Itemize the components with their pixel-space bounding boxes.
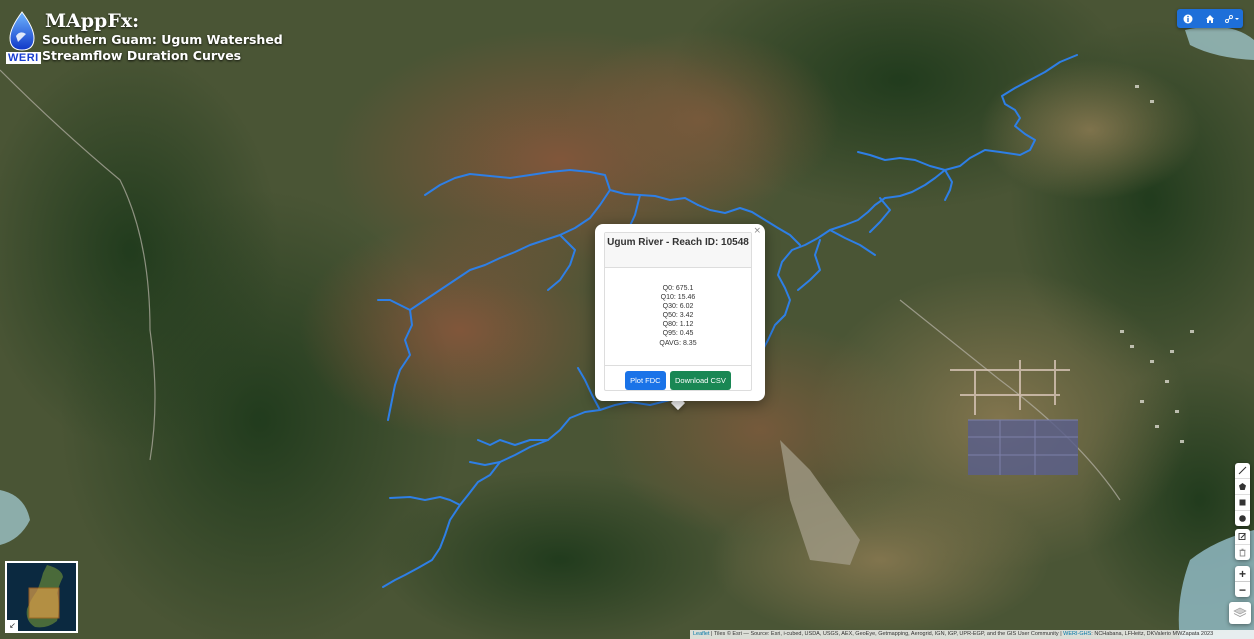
- popup-card: Ugum River - Reach ID: 10548 Q0: 675.1 Q…: [604, 232, 752, 391]
- draw-toolbar: [1235, 463, 1250, 526]
- edit-icon: [1238, 533, 1246, 540]
- info-icon: [1183, 14, 1193, 23]
- app-header: WERI MAppFx: Southern Guam: Ugum Watersh…: [4, 10, 283, 64]
- popup-stats: Q0: 675.1 Q10: 15.46 Q30: 6.02 Q50: 3.42…: [605, 268, 751, 366]
- popup-close-button[interactable]: ×: [753, 226, 761, 236]
- water-drop-icon: [9, 11, 35, 51]
- minimap[interactable]: ↙: [5, 561, 78, 633]
- plot-fdc-button[interactable]: Plot FDC: [625, 371, 666, 390]
- zoom-in-button[interactable]: +: [1235, 566, 1250, 582]
- weri-logo: WERI: [4, 10, 41, 64]
- weri-ghs-link[interactable]: WERI-GHS: [1063, 631, 1091, 637]
- popup-actions: Plot FDC Download CSV: [605, 366, 751, 390]
- stat-q95: Q95: 0.45: [662, 330, 694, 338]
- home-icon: [1206, 14, 1214, 23]
- delete-layers-button[interactable]: [1235, 545, 1250, 560]
- stat-qavg: QAVG: 8.35: [659, 339, 697, 347]
- app-subtitle-line2: Streamflow Duration Curves: [42, 48, 242, 63]
- stat-q30: Q30: 6.02: [662, 303, 694, 311]
- download-csv-button[interactable]: Download CSV: [670, 371, 731, 390]
- draw-polygon-button[interactable]: [1235, 479, 1250, 495]
- home-button[interactable]: [1199, 9, 1221, 28]
- layers-button[interactable]: [1229, 602, 1251, 624]
- edit-layers-button[interactable]: [1235, 529, 1250, 545]
- reach-popup: × Ugum River - Reach ID: 10548 Q0: 675.1…: [595, 224, 765, 401]
- credits-text: : NCHabana, LFHeitz, DKValerio MWZapata …: [1091, 631, 1214, 637]
- attribution-bar: Leaflet | Tiles © Esri — Source: Esri, i…: [690, 630, 1254, 639]
- share-icon: [1225, 14, 1239, 23]
- share-dropdown-button[interactable]: [1221, 9, 1243, 28]
- app-title: MAppFx:: [45, 10, 140, 32]
- leaflet-link[interactable]: Leaflet: [693, 631, 710, 637]
- circle-icon: [1239, 515, 1246, 522]
- trash-icon: [1239, 548, 1246, 557]
- rectangle-icon: [1239, 499, 1246, 506]
- solar-farm: [968, 419, 1078, 475]
- polyline-icon: [1238, 466, 1247, 475]
- top-right-controls: [1177, 9, 1243, 28]
- draw-polyline-button[interactable]: [1235, 463, 1250, 479]
- zoom-out-button[interactable]: −: [1235, 582, 1250, 597]
- layers-icon: [1233, 607, 1247, 617]
- draw-rectangle-button[interactable]: [1235, 495, 1250, 511]
- popup-title: Ugum River - Reach ID: 10548: [605, 233, 751, 268]
- stat-q80: Q80: 1.12: [662, 321, 694, 329]
- stat-q10: Q10: 15.46: [660, 294, 696, 302]
- tiles-attribution: | Tiles © Esri — Source: Esri, i-cubed, …: [709, 631, 1064, 637]
- info-button[interactable]: [1177, 9, 1199, 28]
- weri-logo-text: WERI: [6, 52, 41, 64]
- app-subtitle-line1: Southern Guam: Ugum Watershed: [42, 32, 283, 47]
- polygon-icon: [1239, 483, 1246, 490]
- minimap-toggle[interactable]: ↙: [7, 620, 18, 631]
- stat-q50: Q50: 3.42: [662, 312, 694, 320]
- stat-q0: Q0: 675.1: [662, 285, 694, 292]
- zoom-control: + −: [1235, 566, 1250, 597]
- draw-circle-button[interactable]: [1235, 511, 1250, 526]
- edit-toolbar: [1235, 529, 1250, 560]
